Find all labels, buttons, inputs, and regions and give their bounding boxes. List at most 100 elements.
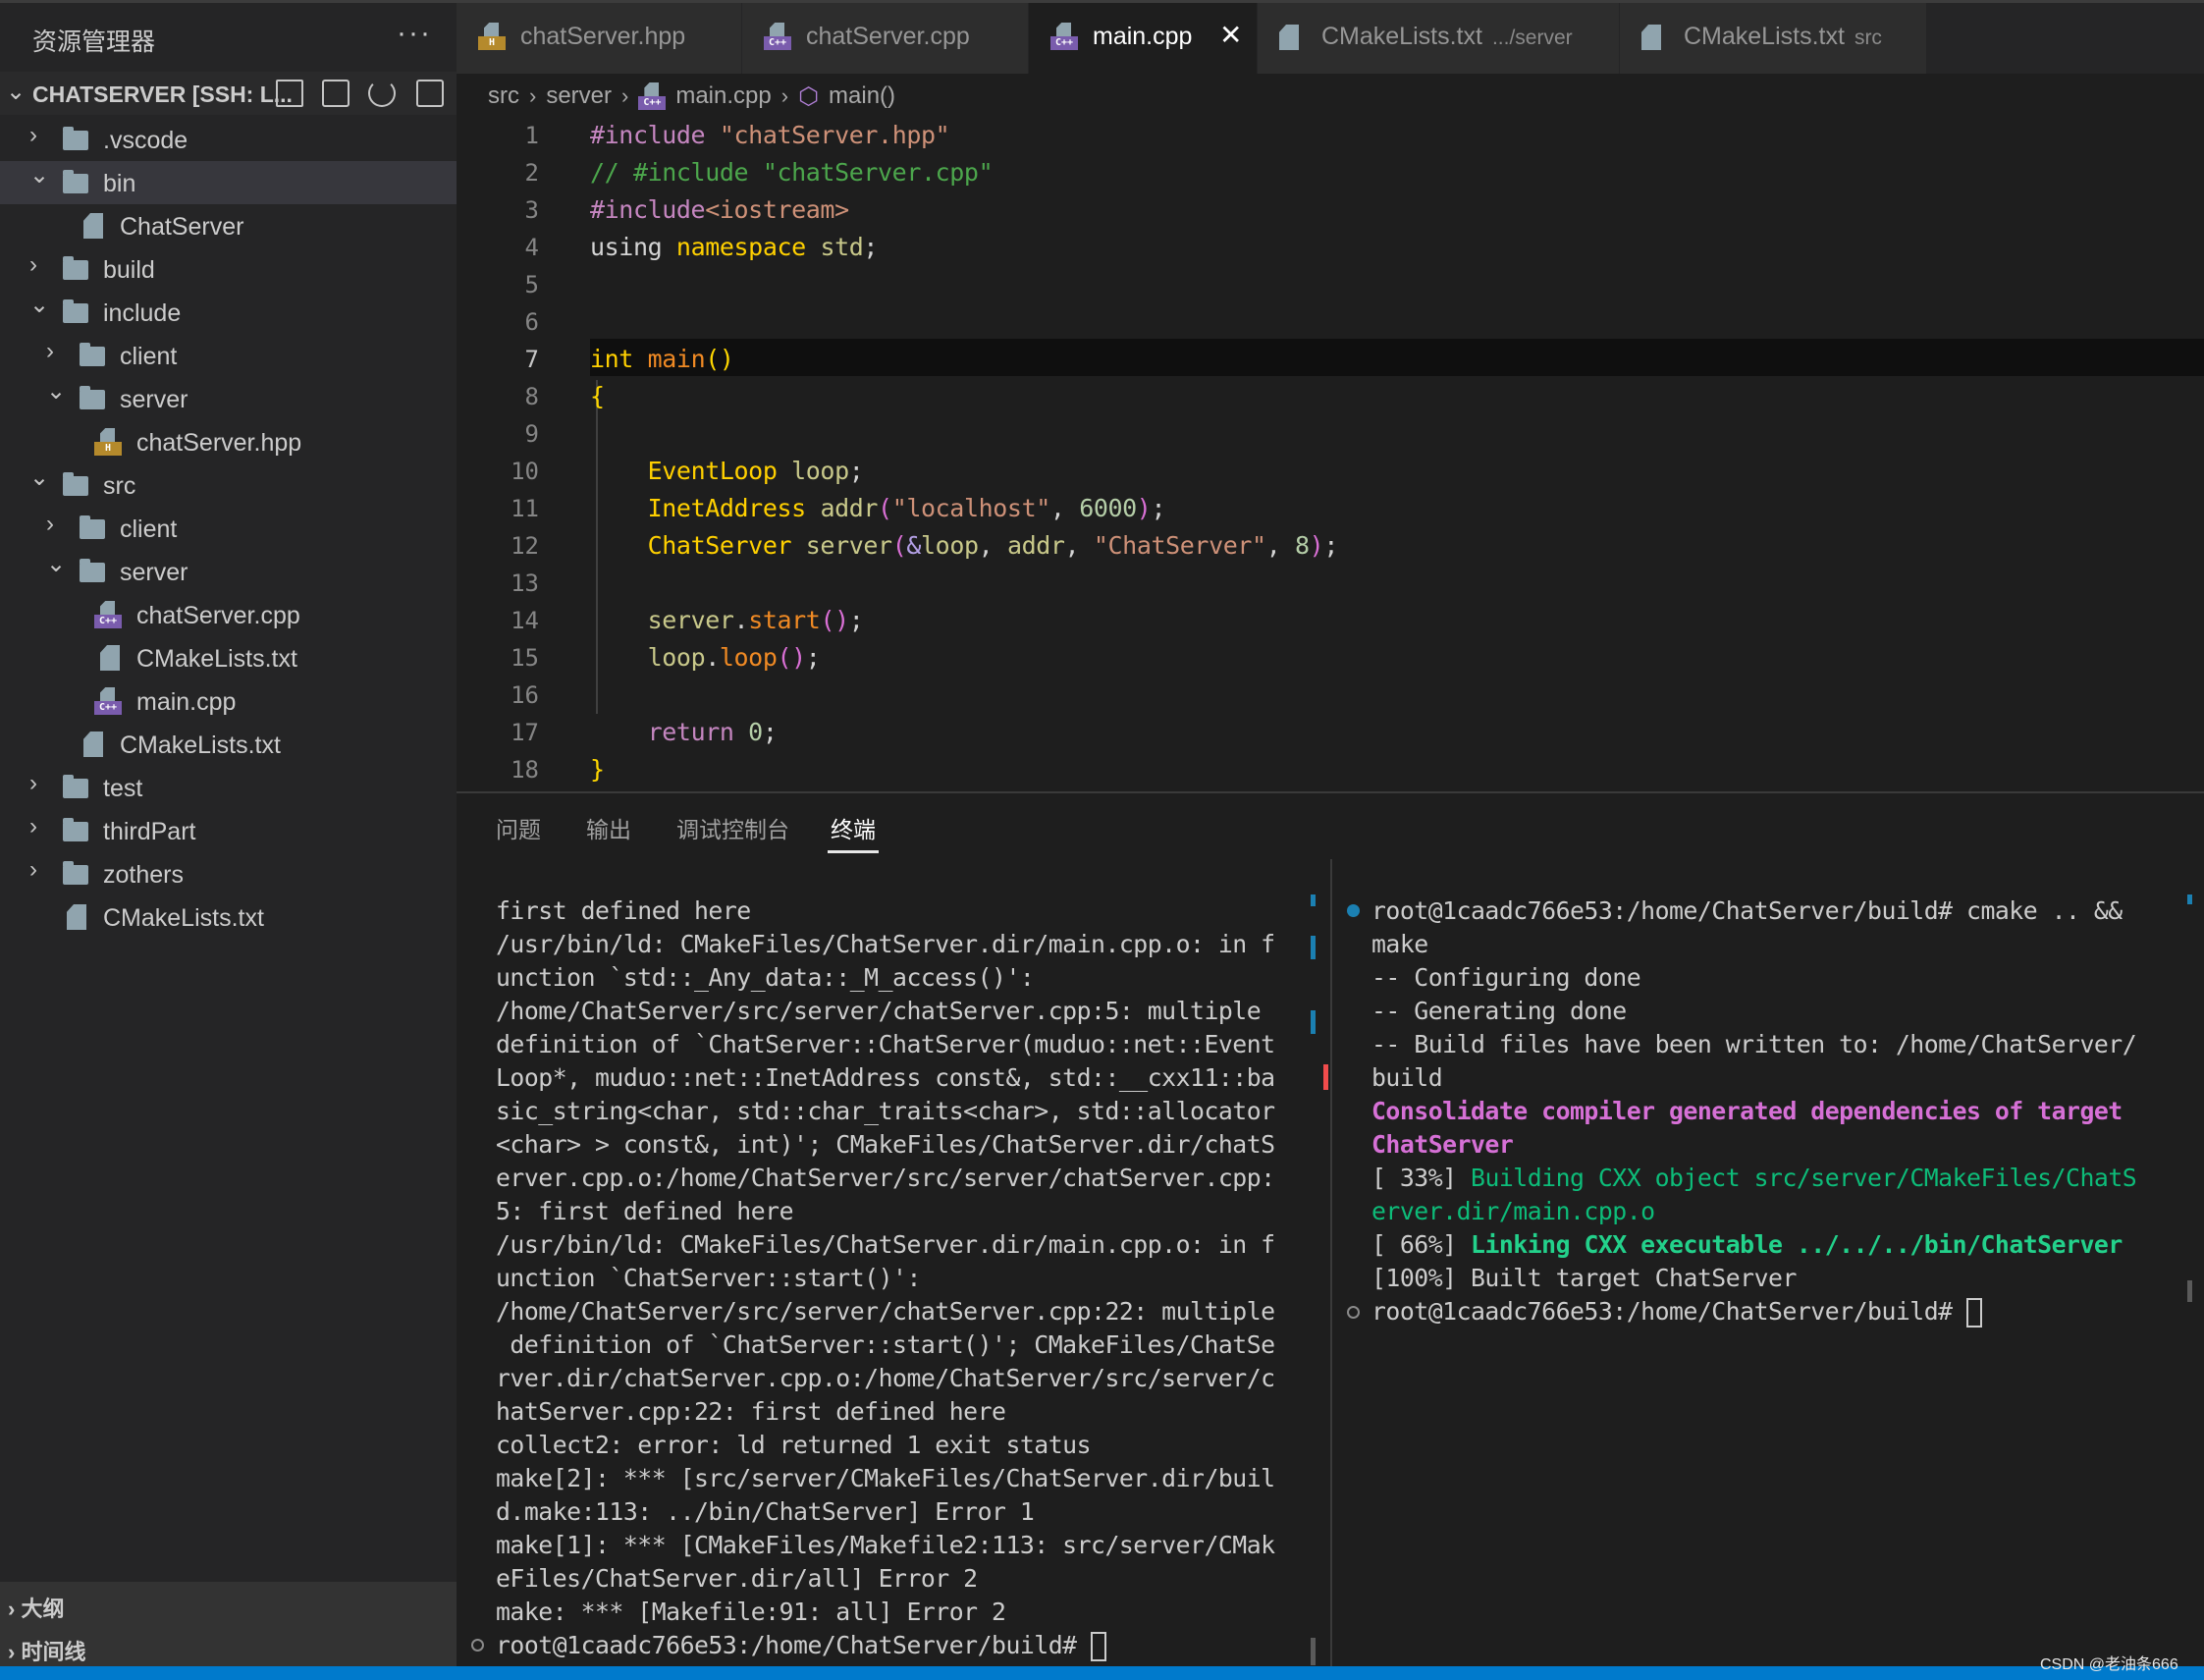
- tree-item-server[interactable]: ⌄ server: [0, 377, 457, 420]
- terminal-line: rver.dir/chatServer.cpp.o:/home/ChatServ…: [496, 1362, 1275, 1395]
- code-token: }: [590, 755, 605, 784]
- tree-item-chatserver[interactable]: ChatServer: [0, 204, 457, 247]
- function-symbol-icon: ⬡: [798, 82, 820, 110]
- folder-icon: [63, 170, 88, 193]
- new-file-icon[interactable]: [276, 80, 303, 107]
- code-token: ;: [1323, 531, 1338, 560]
- workspace-root-label: CHATSERVER [SSH: L...: [32, 81, 293, 107]
- breadcrumb-server[interactable]: server: [546, 82, 612, 110]
- close-icon[interactable]: ✕: [1219, 19, 1242, 51]
- line-number: 13: [511, 569, 539, 597]
- breadcrumb-src[interactable]: src: [488, 82, 519, 110]
- folder-icon: [80, 386, 105, 409]
- breadcrumb-file[interactable]: main.cpp: [675, 82, 771, 110]
- tree-item-server[interactable]: ⌄ server: [0, 550, 457, 593]
- panel-tab-terminal[interactable]: 终端: [831, 811, 876, 844]
- folder-icon: [63, 818, 88, 841]
- chevron-right-icon: ›: [46, 511, 54, 537]
- terminal-scrollbar[interactable]: [1311, 1638, 1316, 1665]
- code-token: ;: [863, 233, 879, 261]
- section-outline[interactable]: › 大纲: [8, 1592, 64, 1623]
- tree-item-include[interactable]: ⌄ include: [0, 291, 457, 334]
- workspace-root-header[interactable]: ⌄ CHATSERVER [SSH: L...: [0, 72, 457, 115]
- error-scroll-marker: [1323, 1064, 1328, 1090]
- code-token: int: [590, 345, 648, 373]
- tree-item-src[interactable]: ⌄ src: [0, 463, 457, 507]
- tree-item--vscode[interactable]: › .vscode: [0, 118, 457, 161]
- terminal-line: root@1caadc766e53:/home/ChatServer/build…: [496, 1629, 1107, 1662]
- section-timeline[interactable]: › 时间线: [8, 1635, 85, 1666]
- tab-label: main.cpp: [1093, 23, 1192, 51]
- terminal-line: d.make:113: ../bin/ChatServer] Error 1: [496, 1495, 1035, 1529]
- tab-main-cpp[interactable]: C++ main.cpp ✕: [1029, 3, 1258, 74]
- terminal-split-divider[interactable]: [1330, 859, 1332, 1666]
- code-token: addr: [820, 494, 879, 522]
- terminal-text: root@1caadc766e53:/home/ChatServer/build…: [496, 1631, 1092, 1659]
- terminal-text: erver.cpp.o:/home/ChatServer/src/server/…: [496, 1164, 1275, 1192]
- code-editor[interactable]: 1 #include "chatServer.hpp" 2 // #include "…: [457, 115, 2204, 792]
- code-token: namespace: [675, 233, 821, 261]
- terminal-line: build: [1371, 1061, 1443, 1095]
- section-outline-label: 大纲: [21, 1597, 65, 1621]
- code-token: &: [906, 531, 922, 560]
- new-folder-icon[interactable]: [322, 80, 349, 107]
- tree-item-chatserver-hpp[interactable]: HchatServer.hpp: [0, 420, 457, 463]
- tree-item-main-cpp[interactable]: C++ main.cpp: [0, 679, 457, 723]
- tab-label: chatServer.cpp: [806, 23, 970, 51]
- code-line: ChatServer server(&loop, addr, "ChatServ…: [590, 527, 1339, 565]
- terminal-line: -- Generating done: [1371, 995, 1627, 1028]
- terminal-line: definition of `ChatServer::start()'; CMa…: [496, 1328, 1275, 1362]
- more-actions-button[interactable]: ···: [397, 17, 432, 50]
- terminal-line: eFiles/ChatServer.dir/all] Error 2: [496, 1562, 978, 1596]
- breadcrumb-symbol[interactable]: main(): [829, 82, 895, 110]
- folder-icon: [63, 775, 88, 798]
- chevron-down-icon: ⌄: [46, 551, 67, 577]
- explorer-title: 资源管理器: [32, 28, 156, 56]
- terminal-text: make: *** [Makefile:91: all] Error 2: [496, 1598, 1006, 1626]
- code-token: ,: [1265, 531, 1295, 560]
- code-token: (): [820, 606, 849, 634]
- tree-item-client[interactable]: › client: [0, 334, 457, 377]
- terminal-text: ChatServer: [1371, 1130, 1514, 1159]
- tree-item-cmakelists-txt[interactable]: CMakeLists.txt: [0, 723, 457, 766]
- tree-item-thirdpart[interactable]: › thirdPart: [0, 809, 457, 852]
- explorer-sidebar: 资源管理器 ··· ⌄ CHATSERVER [SSH: L... › .vsco…: [0, 3, 457, 1669]
- panel-tab-debug-console[interactable]: 调试控制台: [676, 811, 789, 844]
- code-token: loop: [647, 643, 706, 672]
- code-token: ;: [762, 718, 778, 746]
- cpp-file-icon: C++: [764, 23, 791, 50]
- line-number: 12: [511, 532, 539, 560]
- line-number: 6: [524, 308, 539, 336]
- tree-item-client[interactable]: › client: [0, 507, 457, 550]
- tree-item-cmakelists-txt[interactable]: CMakeLists.txt: [0, 895, 457, 939]
- tree-item-bin[interactable]: ⌄ bin: [0, 161, 457, 204]
- tab-cmakelists-txt[interactable]: CMakeLists.txt src: [1620, 3, 1927, 74]
- code-token: loop: [921, 531, 979, 560]
- collapse-all-icon[interactable]: [416, 80, 444, 107]
- panel-tab-output[interactable]: 输出: [586, 811, 631, 844]
- code-token: .: [733, 606, 749, 634]
- tab-chatserver-hpp[interactable]: HchatServer.hpp: [457, 3, 742, 74]
- tab-chatserver-cpp[interactable]: C++ chatServer.cpp: [742, 3, 1029, 74]
- terminal-scrollbar[interactable]: [2187, 1280, 2192, 1302]
- panel-tab-problems[interactable]: 问题: [496, 811, 541, 844]
- code-token: "localhost": [891, 494, 1051, 522]
- terminal-text: /home/ChatServer/src/server/chatServer.c…: [496, 997, 1262, 1025]
- terminal-text: definition of `ChatServer::start()'; CMa…: [496, 1330, 1275, 1359]
- chevron-right-icon: ›: [780, 83, 789, 108]
- terminal-text: /home/ChatServer/src/server/chatServer.c…: [496, 1297, 1275, 1326]
- tree-item-cmakelists-txt[interactable]: CMakeLists.txt: [0, 636, 457, 679]
- code-token: start: [748, 606, 821, 634]
- line-number: 3: [524, 196, 539, 224]
- tree-item-test[interactable]: › test: [0, 766, 457, 809]
- tree-item-build[interactable]: › build: [0, 247, 457, 291]
- code-token: ;: [848, 606, 864, 634]
- tree-item-zothers[interactable]: › zothers: [0, 852, 457, 895]
- tab-cmakelists-txt[interactable]: CMakeLists.txt .../server: [1258, 3, 1620, 74]
- refresh-icon[interactable]: [368, 80, 396, 107]
- line-number: 9: [524, 420, 539, 448]
- code-token: ): [1309, 531, 1324, 560]
- tree-item-chatserver-cpp[interactable]: C++ chatServer.cpp: [0, 593, 457, 636]
- code-line: int main(): [590, 341, 734, 378]
